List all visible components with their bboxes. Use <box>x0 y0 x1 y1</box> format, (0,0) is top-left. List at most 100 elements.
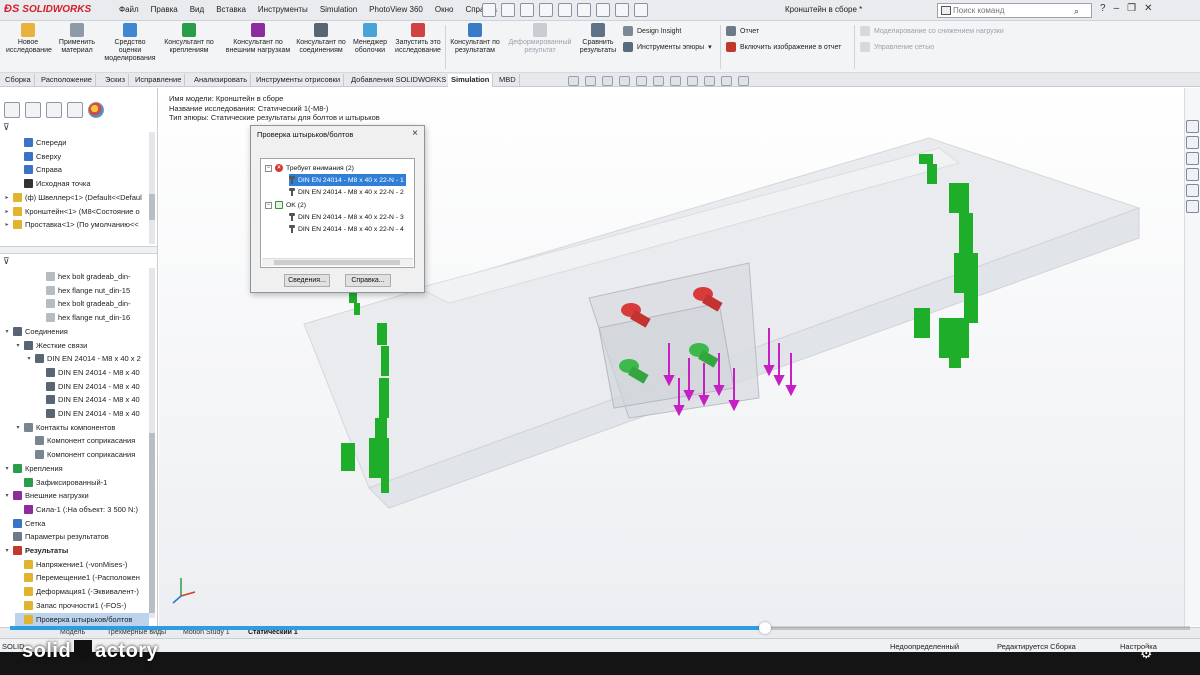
tree-item[interactable]: Справа <box>15 163 62 176</box>
connections-advisor-button[interactable]: Консультант по соединениям <box>294 23 348 55</box>
view-orientation-icon[interactable] <box>636 76 647 86</box>
minimize-icon[interactable]: – <box>1114 3 1120 14</box>
display-pane-icon[interactable] <box>738 76 749 86</box>
tab-5[interactable]: Инструменты отрисовки <box>253 74 345 87</box>
model-tab-2[interactable]: Motion Study 1 <box>183 629 230 636</box>
appearances-icon[interactable] <box>1185 184 1199 197</box>
menu-item[interactable]: Вставка <box>210 5 252 14</box>
plot-tools-button[interactable]: Инструменты эпюры ▾ <box>623 42 712 52</box>
menu-item[interactable]: Файл <box>113 5 145 14</box>
tree-item[interactable]: DIN EN 24014 - M8 x 40 <box>37 380 140 393</box>
tab-0[interactable]: Сборка <box>2 74 35 87</box>
report-button[interactable]: Отчет <box>726 26 759 36</box>
tree-item[interactable]: Зафиксированный-1 <box>15 476 107 489</box>
tree-scrollbar[interactable] <box>149 132 155 244</box>
previous-view-icon[interactable] <box>602 76 613 86</box>
expand-icon[interactable]: ▸ <box>4 221 10 228</box>
menu-item[interactable]: Simulation <box>314 5 363 14</box>
expand-icon[interactable]: ▾ <box>15 342 21 349</box>
close-icon[interactable]: × <box>412 128 418 139</box>
menu-item[interactable]: Вид <box>184 5 210 14</box>
command-search[interactable]: ⌕ <box>937 3 1092 18</box>
expand-icon[interactable]: ▾ <box>15 424 21 431</box>
new-study-button[interactable]: Новое исследование <box>6 23 52 55</box>
bolt-item-warning-2[interactable]: DIN EN 24014 - M8 x 40 x 22-N - 2 <box>289 186 404 198</box>
bolt-item-ok-2[interactable]: DIN EN 24014 - M8 x 40 x 22-N - 4 <box>289 223 404 235</box>
expand-icon[interactable]: ▾ <box>4 492 10 499</box>
tree-item[interactable]: Сверху <box>15 150 61 163</box>
tree-item[interactable]: Исходная точка <box>15 177 91 190</box>
home-icon[interactable] <box>1185 120 1199 133</box>
run-study-button[interactable]: Запустить это исследование <box>393 23 443 55</box>
tree-item[interactable]: ▾ DIN EN 24014 - M8 x 40 x 2 <box>26 352 141 365</box>
tree-item[interactable]: DIN EN 24014 - M8 x 40 <box>37 407 140 420</box>
tree-item[interactable]: Запас прочности1 (-FOS-) <box>15 599 126 612</box>
tree-item[interactable]: Сила-1 (:На объект: 3 500 N:) <box>15 503 138 516</box>
options-icon[interactable] <box>634 3 648 17</box>
tree-item[interactable]: Параметры результатов <box>4 530 109 543</box>
zoom-area-icon[interactable] <box>585 76 596 86</box>
section-view-icon[interactable] <box>619 76 630 86</box>
restore-icon[interactable]: ❐ <box>1127 3 1136 14</box>
file-explorer-icon[interactable] <box>1185 168 1199 181</box>
tree-item[interactable]: hex bolt gradeab_din- <box>37 270 131 283</box>
search-icon[interactable]: ⌕ <box>1074 6 1079 17</box>
rebuild-icon[interactable] <box>615 3 629 17</box>
expand-icon[interactable]: ▾ <box>4 547 10 554</box>
model-tab-3[interactable]: Статический 1 <box>248 629 298 636</box>
group-warning[interactable]: − × Требует внимания (2) <box>265 162 354 174</box>
tab-8[interactable]: MBD <box>496 74 520 87</box>
tree-item[interactable]: hex flange nut_din-16 <box>37 311 130 324</box>
collapse-icon[interactable]: − <box>265 164 272 172</box>
tree-item[interactable]: ▾ Соединения <box>4 325 68 338</box>
graphics-area[interactable]: Имя модели: Кронштейн в сборе Название и… <box>159 88 1184 626</box>
deformed-result-button[interactable]: Деформированный результат <box>506 23 574 55</box>
tree-item[interactable]: ▾ Результаты <box>4 544 68 557</box>
network-management-button[interactable]: Управление сетью <box>860 42 934 52</box>
bolt-item-warning-1[interactable]: DIN EN 24014 - M8 x 40 x 22-N - 1 <box>289 174 406 186</box>
view-settings-icon[interactable] <box>721 76 732 86</box>
tree-item[interactable]: DIN EN 24014 - M8 x 40 <box>37 393 140 406</box>
video-progress[interactable] <box>10 622 1190 634</box>
save-icon[interactable] <box>539 3 553 17</box>
include-image-button[interactable]: Включить изображение в отчет <box>726 42 841 52</box>
bolt-item-ok-1[interactable]: DIN EN 24014 - M8 x 40 x 22-N - 3 <box>289 211 404 223</box>
shell-manager-button[interactable]: Менеджер оболочки <box>350 23 390 55</box>
chevron-down-icon[interactable]: ▾ <box>708 43 712 51</box>
select-icon[interactable] <box>596 3 610 17</box>
display-style-icon[interactable] <box>653 76 664 86</box>
property-manager-icon[interactable] <box>25 102 41 118</box>
tree-item[interactable]: Спереди <box>15 136 66 149</box>
simulation-tree-scrollbar[interactable] <box>149 268 155 618</box>
tree-item[interactable]: ▸ Кронштейн<1> (M8<Состояние о <box>4 205 140 218</box>
design-insight-button[interactable]: Design Insight <box>623 26 681 36</box>
tree-item[interactable]: DIN EN 24014 - M8 x 40 <box>37 366 140 379</box>
menu-item[interactable]: PhotoView 360 <box>363 5 429 14</box>
close-icon[interactable]: ✕ <box>1144 3 1152 14</box>
tab-3[interactable]: Исправление <box>132 74 186 87</box>
resources-icon[interactable] <box>1185 136 1199 149</box>
undo-icon[interactable] <box>577 3 591 17</box>
model-tab-1[interactable]: Трехмерные виды <box>107 629 166 636</box>
settings-gear-icon[interactable]: ⚙ <box>1140 645 1153 662</box>
new-document-icon[interactable] <box>501 3 515 17</box>
tree-item[interactable]: ▸ (ф) Швеллер<1> (Default<<Defaul <box>4 191 142 204</box>
tree-item[interactable]: Деформация1 (-Эквивалент-) <box>15 585 139 598</box>
tree-item[interactable]: Сетка <box>4 517 45 530</box>
menu-item[interactable]: Инструменты <box>252 5 314 14</box>
results-advisor-button[interactable]: Консультант по результатам <box>447 23 503 55</box>
filter-icon[interactable]: ⊽ <box>3 122 10 133</box>
custom-properties-icon[interactable] <box>1185 200 1199 213</box>
menu-item[interactable]: Окно <box>429 5 460 14</box>
filter-icon[interactable]: ⊽ <box>3 256 10 267</box>
feature-manager-icon[interactable] <box>4 102 20 118</box>
tree-item[interactable]: hex bolt gradeab_din- <box>37 297 131 310</box>
tab-1[interactable]: Расположение <box>38 74 96 87</box>
print-icon[interactable] <box>558 3 572 17</box>
zoom-fit-icon[interactable] <box>568 76 579 86</box>
tree-item[interactable]: Компонент соприкасания <box>26 448 135 461</box>
menu-item[interactable]: Правка <box>145 5 184 14</box>
tree-item[interactable]: Проверка штырьков/болтов <box>15 612 149 626</box>
hide-show-icon[interactable] <box>670 76 681 86</box>
solidworks-logo[interactable]: ƉS SOLIDWORKS <box>4 3 100 18</box>
